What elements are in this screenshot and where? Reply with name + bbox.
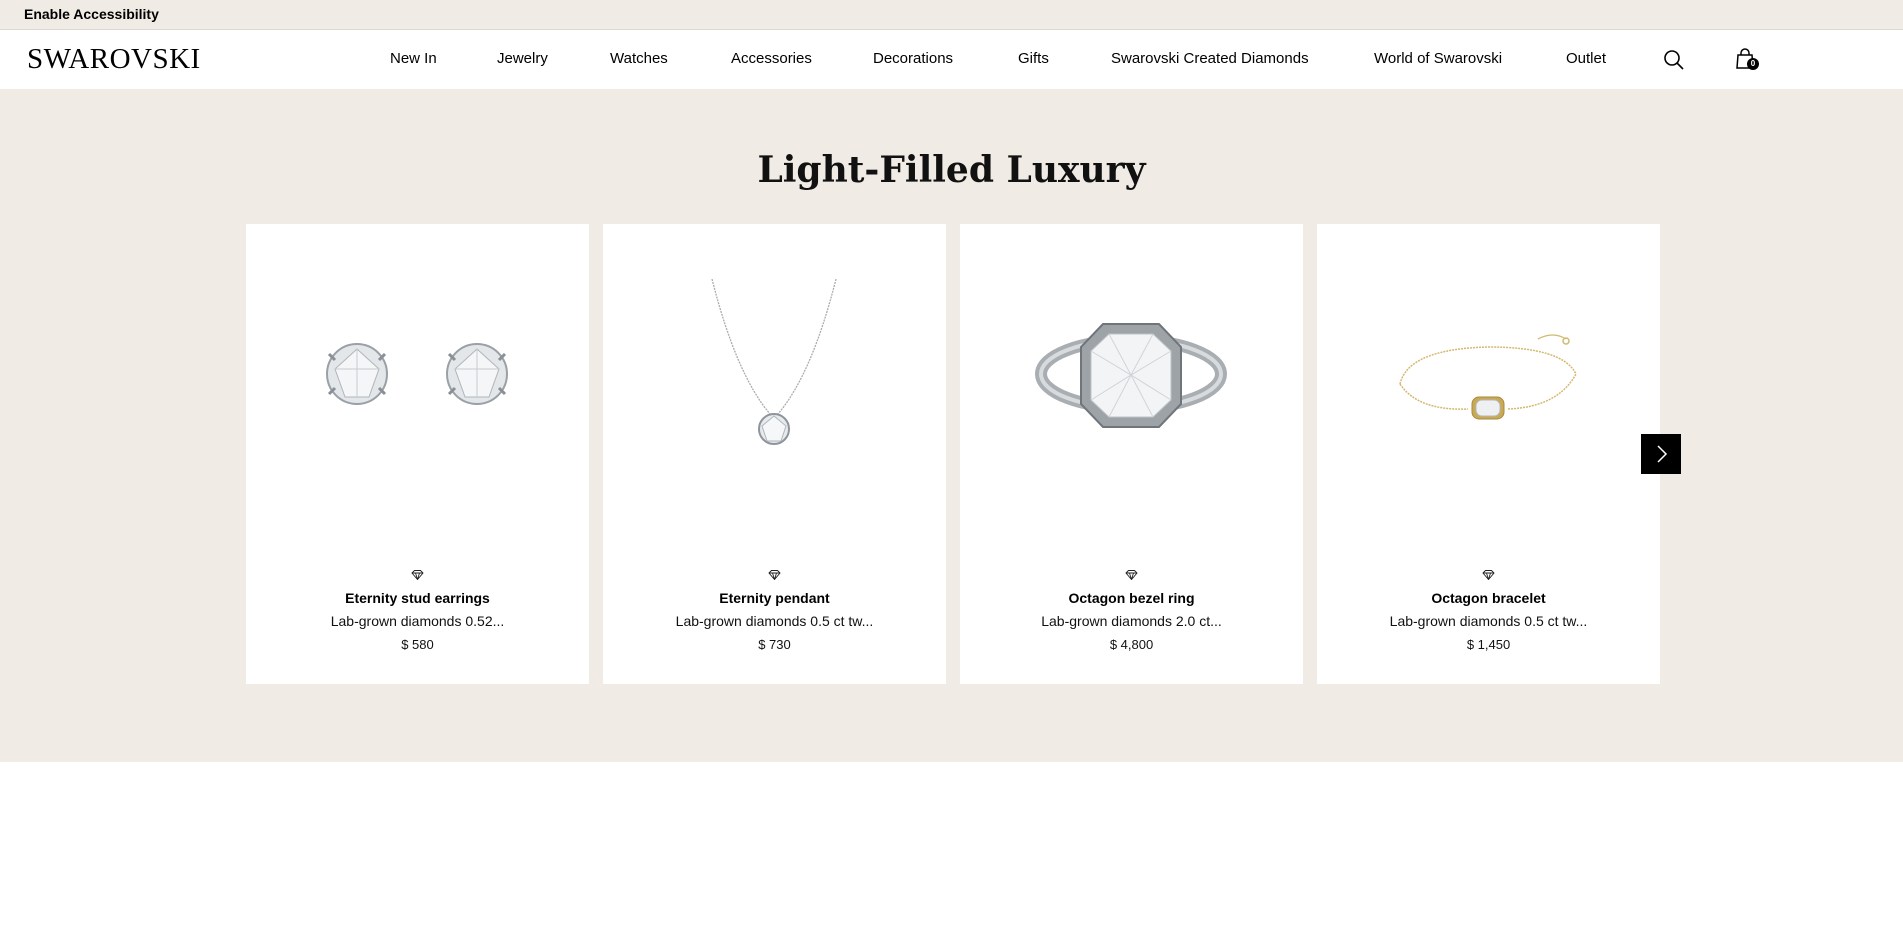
product-image-bracelet <box>1399 334 1577 420</box>
nav-accessories[interactable]: Accessories <box>731 50 812 67</box>
product-image-earrings <box>326 343 508 405</box>
product-name: Eternity pendant <box>719 590 830 606</box>
product-price: $ 1,450 <box>1466 637 1511 652</box>
product-card-octagon-bezel-ring[interactable]: Octagon bezel ring Lab-grown diamonds 2.… <box>960 224 1303 684</box>
product-description: Lab-grown diamonds 2.0 ct... <box>1041 613 1222 629</box>
nav-new-in[interactable]: New In <box>390 50 437 67</box>
accessibility-bar: Enable Accessibility <box>0 0 1903 30</box>
product-name: Octagon bezel ring <box>1068 590 1195 606</box>
nav-world-of-swarovski[interactable]: World of Swarovski <box>1374 50 1502 67</box>
product-card-eternity-stud-earrings[interactable]: Eternity stud earrings Lab-grown diamond… <box>246 224 589 684</box>
enable-accessibility-link[interactable]: Enable Accessibility <box>24 6 159 22</box>
product-card-eternity-pendant[interactable]: Eternity pendant Lab-grown diamonds 0.5 … <box>603 224 946 684</box>
product-price: $ 4,800 <box>1109 637 1154 652</box>
site-header: SWAROVSKI New In Jewelry Watches Accesso… <box>0 30 1903 89</box>
swarovski-logo[interactable]: SWAROVSKI <box>27 43 201 76</box>
product-price: $ 730 <box>758 637 791 652</box>
product-description: Lab-grown diamonds 0.52... <box>330 613 505 629</box>
nav-watches[interactable]: Watches <box>610 50 668 67</box>
product-description: Lab-grown diamonds 0.5 ct tw... <box>675 613 874 629</box>
cart-count-badge: 0 <box>1747 58 1759 70</box>
shopping-bag-button[interactable]: 0 <box>1734 48 1760 74</box>
nav-swarovski-created-diamonds[interactable]: Swarovski Created Diamonds <box>1111 50 1309 67</box>
nav-jewelry[interactable]: Jewelry <box>497 50 548 67</box>
product-image-ring <box>1035 323 1227 428</box>
nav-gifts[interactable]: Gifts <box>1018 50 1049 67</box>
earring-right <box>446 343 508 405</box>
product-image-pendant <box>711 279 837 445</box>
chevron-right-icon <box>1657 445 1668 463</box>
product-description: Lab-grown diamonds 0.5 ct tw... <box>1389 613 1588 629</box>
product-price: $ 580 <box>401 637 434 652</box>
diamond-icon <box>1482 570 1495 580</box>
product-card-octagon-bracelet[interactable]: Octagon bracelet Lab-grown diamonds 0.5 … <box>1317 224 1660 684</box>
hero-section: Light-Filled Luxury Eternity stud earrin… <box>0 89 1903 762</box>
diamond-icon <box>768 570 781 580</box>
carousel-next-button[interactable] <box>1641 434 1681 474</box>
earring-left <box>326 343 388 405</box>
section-title: Light-Filled Luxury <box>757 149 1146 191</box>
product-name: Octagon bracelet <box>1431 590 1546 606</box>
search-icon[interactable] <box>1663 49 1685 71</box>
nav-decorations[interactable]: Decorations <box>873 50 953 67</box>
product-name: Eternity stud earrings <box>345 590 490 606</box>
diamond-icon <box>1125 570 1138 580</box>
diamond-icon <box>411 570 424 580</box>
nav-outlet[interactable]: Outlet <box>1566 50 1606 67</box>
